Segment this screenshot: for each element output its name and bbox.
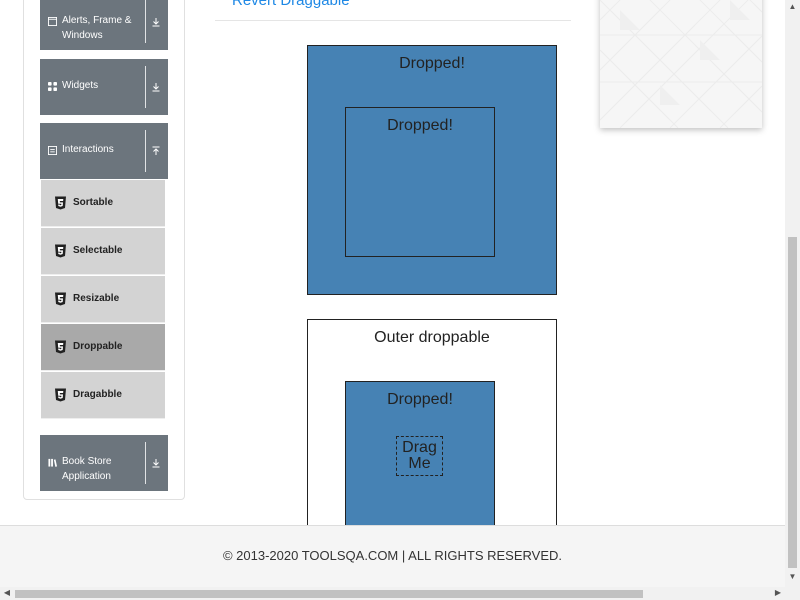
sidebar-group-separator <box>145 442 146 484</box>
sidebar-group-label: Alerts, Frame & <box>62 15 132 26</box>
scroll-right-arrow-icon[interactable]: ▶ <box>773 588 783 598</box>
inner-droppable-label: Dropped! <box>387 391 453 408</box>
html5-icon <box>55 292 66 306</box>
sidebar-group-separator <box>145 66 146 108</box>
inner-droppable-box[interactable]: Dropped! <box>345 107 495 257</box>
tab-divider <box>215 20 571 21</box>
footer-copyright: © 2013-2020 TOOLSQA.COM | ALL RIGHTS RES… <box>222 548 563 563</box>
html5-icon <box>55 244 66 258</box>
sidebar-group-label-line2: Application <box>62 471 111 482</box>
html5-icon <box>55 196 66 210</box>
horizontal-scrollbar-thumb[interactable] <box>15 590 643 598</box>
footer: © 2013-2020 TOOLSQA.COM | ALL RIGHTS RES… <box>0 525 785 587</box>
sidebar-group-separator <box>145 0 146 43</box>
tab-revert-draggable[interactable]: Revert Draggable <box>232 0 350 9</box>
sidebar-group-book-store[interactable]: Book Store Application <box>40 435 168 491</box>
download-arrow-icon <box>152 459 160 468</box>
sidebar-item-label: Selectable <box>73 245 123 256</box>
list-icon <box>48 146 57 155</box>
sidebar-item-label: Dragabble <box>73 389 122 400</box>
sidebar-item-label: Resizable <box>73 293 120 304</box>
geometric-pattern-image <box>600 0 762 128</box>
scroll-down-arrow-icon[interactable]: ▼ <box>787 572 798 582</box>
inner-droppable-text: Dropped! <box>387 117 453 134</box>
sidebar-item-resizable[interactable]: Resizable <box>41 276 165 323</box>
sidebar-item-selectable[interactable]: Selectable <box>41 228 165 275</box>
drag-me-box[interactable]: Drag Me <box>396 436 443 476</box>
scrollbar-corner <box>785 587 800 600</box>
outer-droppable-label: Outer droppable <box>374 329 490 346</box>
outer-droppable-text: Dropped! <box>399 55 465 72</box>
scroll-left-arrow-icon[interactable]: ◀ <box>2 588 12 598</box>
download-arrow-icon <box>152 18 160 27</box>
upload-arrow-icon <box>152 146 160 155</box>
advertisement-card[interactable] <box>600 0 762 128</box>
sidebar-group-interactions[interactable]: Interactions <box>40 123 168 179</box>
vertical-scrollbar-thumb[interactable] <box>788 237 797 568</box>
html5-icon <box>55 340 66 354</box>
sidebar-group-label: Widgets <box>62 80 99 91</box>
sidebar-item-dragabble[interactable]: Dragabble <box>41 372 165 419</box>
sidebar-group-label: Interactions <box>62 144 114 155</box>
sidebar-item-label: Droppable <box>73 341 123 352</box>
sidebar-item-label: Sortable <box>73 197 114 208</box>
html5-icon <box>55 388 66 402</box>
scroll-up-arrow-icon[interactable]: ▲ <box>787 2 798 12</box>
book-icon <box>48 458 57 467</box>
sidebar-group-widgets[interactable]: Widgets <box>40 59 168 115</box>
sidebar-group-alerts-frame-windows[interactable]: Alerts, Frame & Windows <box>40 0 168 50</box>
sidebar-item-droppable[interactable]: Droppable <box>41 324 165 371</box>
sidebar-group-separator <box>145 130 146 172</box>
download-arrow-icon <box>152 83 160 92</box>
sidebar-group-label-line2: Windows <box>62 30 103 41</box>
grid-icon <box>48 82 57 91</box>
sidebar-group-label: Book Store <box>62 456 112 467</box>
drag-me-line1: Drag <box>402 439 437 456</box>
drag-me-line2: Me <box>408 455 431 472</box>
sidebar-item-sortable[interactable]: Sortable <box>41 180 165 227</box>
window-icon <box>48 17 57 26</box>
